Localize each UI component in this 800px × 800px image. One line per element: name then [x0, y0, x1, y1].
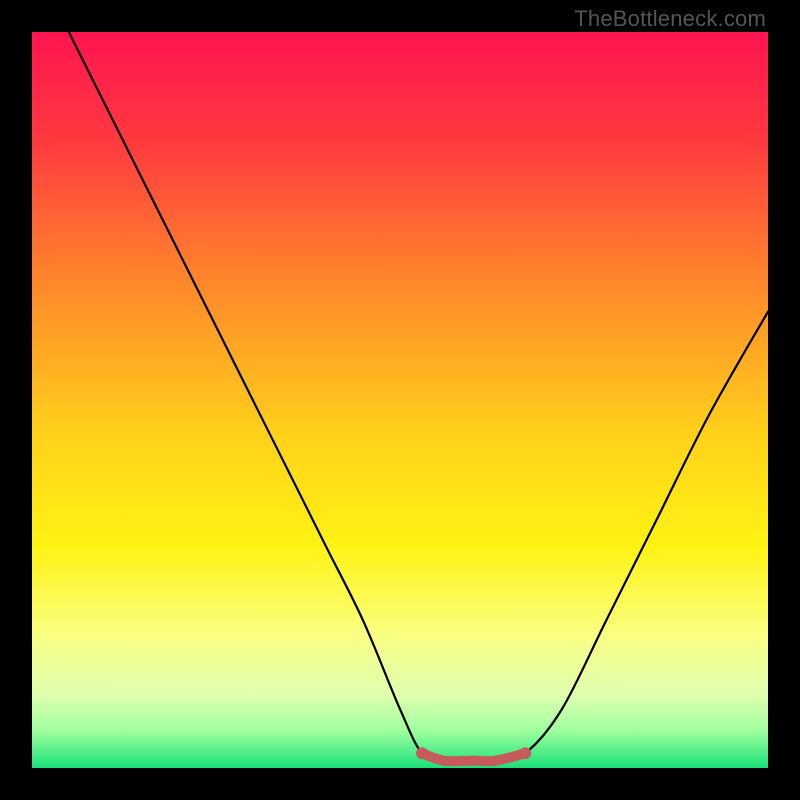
chart-frame: TheBottleneck.com — [0, 0, 800, 800]
optimal-zone-marker — [422, 753, 525, 761]
bottleneck-curve — [69, 32, 768, 761]
plot-area — [32, 32, 768, 768]
curve-layer — [32, 32, 768, 768]
watermark-text: TheBottleneck.com — [574, 6, 766, 32]
